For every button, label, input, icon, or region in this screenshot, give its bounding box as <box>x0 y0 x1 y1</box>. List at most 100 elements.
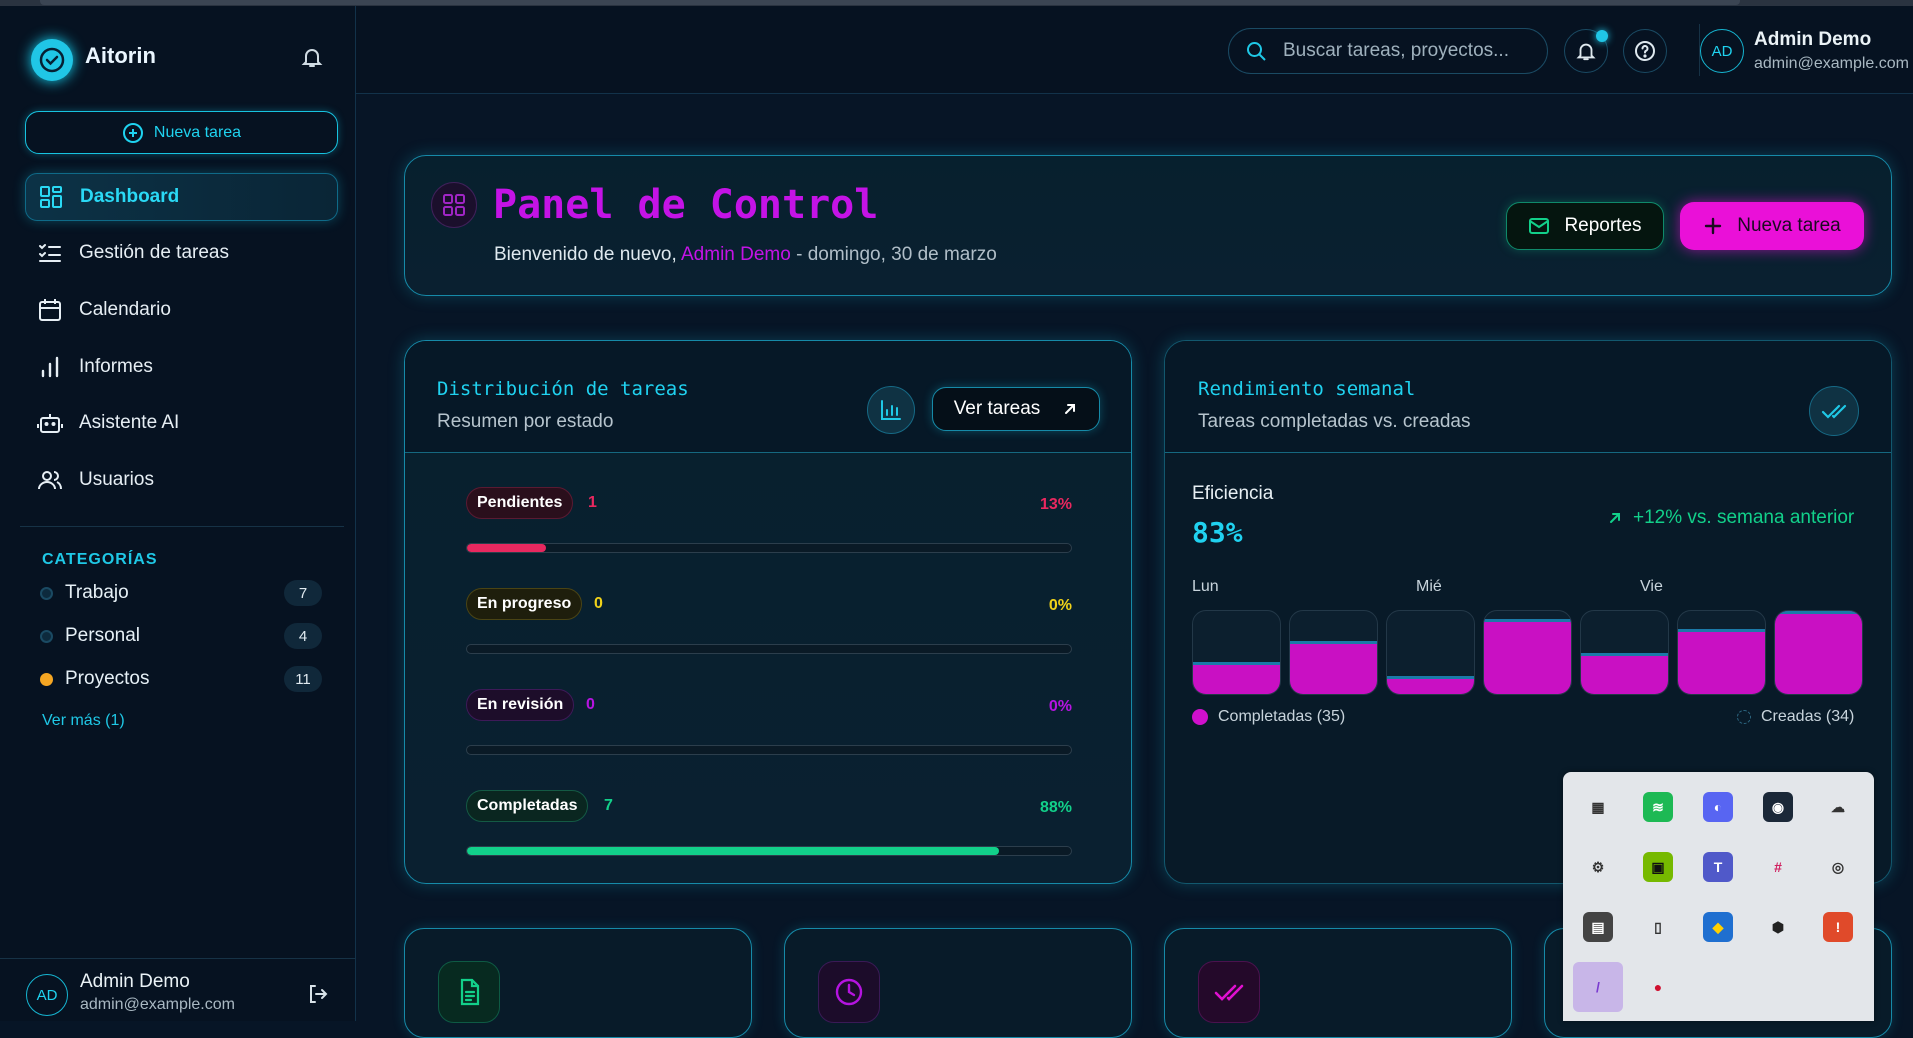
arrow-up-right-icon <box>1065 404 1076 414</box>
sidebar-item-calendar[interactable]: Calendario <box>25 286 338 334</box>
status-row-pending: Pendientes 1 13% <box>466 487 1072 557</box>
new-task-label: Nueva tarea <box>1737 215 1841 236</box>
status-progress-fill <box>467 544 546 552</box>
status-row-in-progress: En progreso 0 0% <box>466 588 1072 658</box>
status-count: 7 <box>604 797 613 814</box>
weekly-check-button[interactable] <box>1809 386 1859 436</box>
discord-icon[interactable]: ◐ <box>1703 792 1733 822</box>
distribution-chart-button[interactable] <box>867 386 915 434</box>
sidebar-bell-icon[interactable] <box>300 45 324 69</box>
status-progress-fill <box>467 847 999 855</box>
sidebar-item-label: Asistente AI <box>79 412 180 433</box>
stat-card-documents[interactable] <box>404 928 752 1038</box>
sidebar-item-reports[interactable]: Informes <box>25 343 338 391</box>
category-dot <box>40 629 53 643</box>
trend-text: +12% vs. semana anterior <box>1633 507 1855 528</box>
legend-completed-label: Completadas (35) <box>1218 708 1346 725</box>
app-red-icon[interactable]: ● <box>1643 972 1673 1002</box>
users-icon <box>38 471 62 490</box>
category-count: 7 <box>284 580 322 606</box>
sidebar-item-label: Dashboard <box>80 186 180 207</box>
weekly-bar-day-5 <box>1580 610 1669 695</box>
grid-dots-icon[interactable]: ▦ <box>1583 792 1613 822</box>
category-count: 11 <box>284 666 322 692</box>
dashboard-grid-icon <box>431 182 477 228</box>
legend-completed-swatch <box>1192 709 1208 725</box>
category-dot <box>40 672 53 686</box>
weekly-bar-day-6 <box>1677 610 1766 695</box>
creative-cloud-icon[interactable]: ◎ <box>1823 852 1853 882</box>
sidebar-item-label: Calendario <box>79 299 171 320</box>
sidebar-user-email: admin@example.com <box>80 996 235 1013</box>
view-tasks-button[interactable]: Ver tareas <box>932 387 1100 431</box>
slack-icon[interactable]: # <box>1763 852 1793 882</box>
legend-created-swatch <box>1737 710 1751 724</box>
status-count: 0 <box>586 696 595 713</box>
status-percent: 13% <box>1039 496 1072 513</box>
keyboard-icon[interactable]: ▤ <box>1583 912 1613 942</box>
status-percent: 0% <box>1048 597 1072 614</box>
sidebar-item-users[interactable]: Usuarios <box>25 456 338 504</box>
cloud-icon[interactable]: ☁ <box>1823 792 1853 822</box>
day-label-wed: Mié <box>1416 578 1442 595</box>
category-label: Personal <box>65 625 140 646</box>
status-count: 0 <box>594 595 603 612</box>
search-input[interactable] <box>1281 39 1535 63</box>
weekly-bar-day-2 <box>1289 610 1378 695</box>
categories-see-more-link[interactable]: Ver más (1) <box>42 712 125 730</box>
steam-icon[interactable]: ◉ <box>1763 792 1793 822</box>
task-distribution-title: Distribución de tareas <box>437 378 689 400</box>
reports-button[interactable]: Reportes <box>1506 202 1664 250</box>
bar-chart-icon <box>881 400 901 420</box>
header-user-avatar[interactable]: AD <box>1700 29 1744 73</box>
status-progress-track <box>466 644 1072 654</box>
category-label: Proyectos <box>65 668 150 689</box>
weekly-divider <box>1165 452 1891 453</box>
weekly-bar-day-1 <box>1192 610 1281 695</box>
shield-hex-icon[interactable]: ⬢ <box>1763 912 1793 942</box>
weekly-bar-completed-fill <box>1581 652 1668 694</box>
gear-icon[interactable]: ⚙ <box>1583 852 1613 882</box>
status-percent: 88% <box>1039 799 1072 816</box>
notification-dot <box>1596 30 1608 42</box>
notification-badge-icon[interactable]: ! <box>1823 912 1853 942</box>
pen-icon[interactable]: / <box>1573 962 1623 1012</box>
day-label-fri: Vie <box>1640 578 1663 595</box>
stat-card-time[interactable] <box>784 928 1132 1038</box>
category-item-work[interactable]: Trabajo 7 <box>40 578 322 608</box>
category-item-personal[interactable]: Personal 4 <box>40 621 322 651</box>
sidebar-item-label: Informes <box>79 356 153 377</box>
calendar-icon <box>39 299 61 321</box>
help-icon <box>1635 41 1655 61</box>
weekly-subtitle: Tareas completadas vs. creadas <box>1198 411 1471 432</box>
sidebar: Aitorin Nueva tarea Dashboard Gestión de… <box>0 6 356 1021</box>
weekly-bar-completed-fill <box>1387 675 1474 694</box>
search-box[interactable] <box>1228 28 1548 74</box>
nvidia-icon[interactable]: ▣ <box>1643 852 1673 882</box>
new-task-button[interactable]: Nueva tarea <box>1680 202 1864 250</box>
weekly-bar-completed-fill <box>1193 662 1280 694</box>
categories-title: CATEGORÍAS <box>42 551 158 568</box>
category-item-projects[interactable]: Proyectos 11 <box>40 664 322 694</box>
stat-card-completed[interactable] <box>1164 928 1512 1038</box>
teams-icon[interactable]: T <box>1703 852 1733 882</box>
help-button[interactable] <box>1623 29 1667 73</box>
mail-icon <box>1529 218 1550 234</box>
status-count: 1 <box>588 494 597 511</box>
weekly-bar-completed-fill <box>1775 611 1862 694</box>
sidebar-new-task-button[interactable]: Nueva tarea <box>25 111 338 154</box>
usb-icon[interactable]: ▯ <box>1643 912 1673 942</box>
sidebar-user-avatar[interactable]: AD <box>26 974 68 1016</box>
sidebar-item-ai-assistant[interactable]: Asistente AI <box>25 399 338 447</box>
spotify-icon[interactable]: ≋ <box>1643 792 1673 822</box>
category-count: 4 <box>284 623 322 649</box>
status-progress-track <box>466 745 1072 755</box>
reports-label: Reportes <box>1564 215 1642 236</box>
grid-icon <box>40 186 62 208</box>
sidebar-item-dashboard[interactable]: Dashboard <box>25 173 338 221</box>
status-pill: En revisión <box>466 689 575 721</box>
security-shield-icon[interactable]: ◆ <box>1703 912 1733 942</box>
sidebar-item-tasks[interactable]: Gestión de tareas <box>25 229 338 277</box>
logout-icon[interactable] <box>307 983 329 1005</box>
view-tasks-label: Ver tareas <box>953 398 1041 419</box>
